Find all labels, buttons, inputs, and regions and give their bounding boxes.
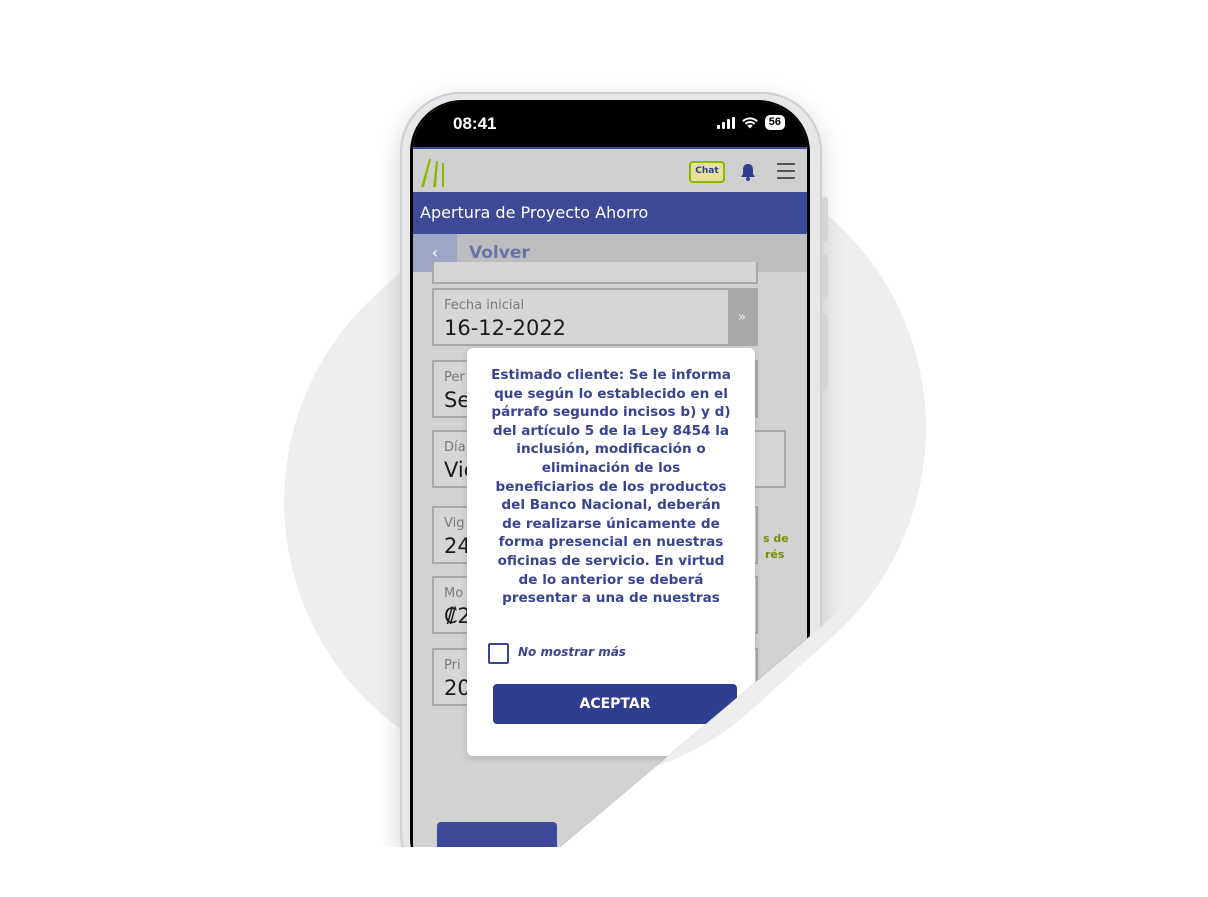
chat-icon[interactable]: Chat <box>689 161 725 183</box>
signal-icon <box>716 116 735 129</box>
power-button <box>822 314 828 389</box>
volume-up-button <box>822 197 828 242</box>
phone-bezel: 08:41 56 Chat Apertura de Proyecto Ahorr… <box>410 100 810 847</box>
side-label-1: s de <box>763 532 789 545</box>
form-field-fecha-inicial[interactable]: Fecha inicial 16-12-2022 » <box>432 288 758 346</box>
beneficiaries-notice-modal: Estimado cliente: Se le informa que segú… <box>467 348 755 756</box>
wifi-icon <box>741 117 758 129</box>
battery-icon: 56 <box>764 115 785 130</box>
double-chevron-right-icon[interactable]: » <box>728 290 756 344</box>
status-time: 08:41 <box>453 114 497 133</box>
no-mostrar-checkbox[interactable] <box>488 643 509 664</box>
volume-down-button <box>822 254 828 299</box>
status-bar: 08:41 56 <box>413 102 807 147</box>
field-label: Mo <box>444 586 464 601</box>
bottom-action-button[interactable] <box>437 822 557 847</box>
field-value: 16-12-2022 <box>444 316 567 340</box>
phone-frame: 08:41 56 Chat Apertura de Proyecto Ahorr… <box>400 92 828 847</box>
page-title: Apertura de Proyecto Ahorro <box>413 192 807 234</box>
form-field-partial <box>432 262 758 284</box>
field-label: Vig <box>444 516 465 531</box>
side-label-2: rés <box>765 548 785 561</box>
bell-icon[interactable] <box>738 162 758 182</box>
app-header: Chat <box>413 147 807 194</box>
phone-screen: 08:41 56 Chat Apertura de Proyecto Ahorr… <box>413 102 807 847</box>
bank-logo <box>421 159 444 187</box>
accept-button[interactable]: ACEPTAR <box>493 684 737 724</box>
field-label: Fecha inicial <box>444 298 525 313</box>
chevron-left-icon: ‹ <box>431 243 439 262</box>
field-label: Día <box>444 440 466 455</box>
modal-message: Estimado cliente: Se le informa que segú… <box>491 367 731 607</box>
status-icons: 56 <box>716 115 785 130</box>
field-label: Pri <box>444 658 461 673</box>
phone-stage: 08:41 56 Chat Apertura de Proyecto Ahorr… <box>0 0 1208 847</box>
field-label: Per <box>444 370 465 385</box>
checkbox-label[interactable]: No mostrar más <box>518 645 626 659</box>
hamburger-menu-icon[interactable] <box>777 163 795 179</box>
